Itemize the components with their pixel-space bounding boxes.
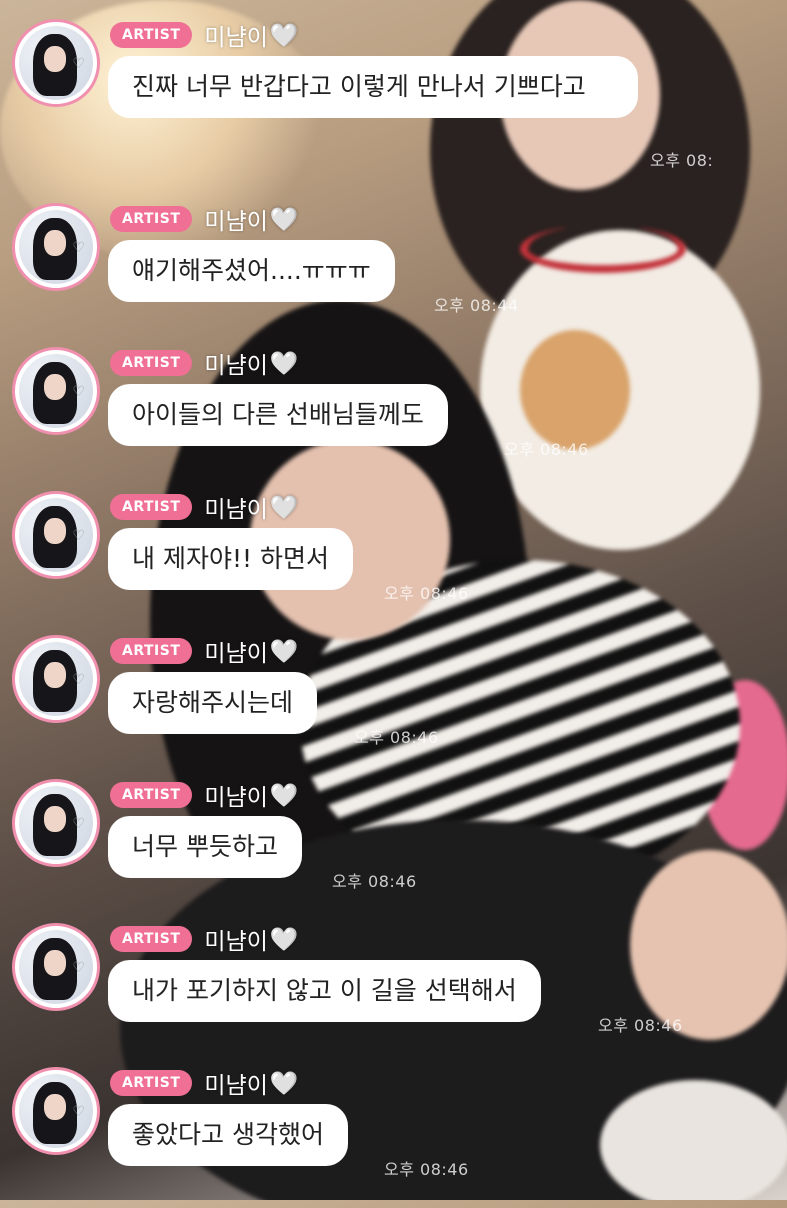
white-heart-icon: 🤍 bbox=[269, 782, 299, 809]
artist-avatar[interactable]: ♡ bbox=[12, 1067, 100, 1155]
sender-name: 미냠이 bbox=[204, 1073, 268, 1099]
chat-message: ♡ ARTIST 미냠이 🤍 좋았다고 생각했어 오후 08:46 bbox=[12, 1064, 782, 1208]
message-bubble: 얘기해주셨어....ㅠㅠㅠ bbox=[108, 240, 395, 302]
message-bubble: 좋았다고 생각했어 bbox=[108, 1104, 348, 1166]
artist-avatar[interactable]: ♡ bbox=[12, 347, 100, 435]
artist-badge: ARTIST bbox=[110, 22, 193, 48]
sender-name: 미냠이 bbox=[204, 497, 268, 523]
sender-name: 미냠이 bbox=[204, 929, 268, 955]
artist-avatar[interactable]: ♡ bbox=[12, 491, 100, 579]
message-header: ARTIST 미냠이 🤍 bbox=[110, 205, 299, 235]
sender-name: 미냠이 bbox=[204, 641, 268, 667]
white-heart-icon: 🤍 bbox=[269, 926, 299, 953]
sender-name: 미냠이 bbox=[204, 353, 268, 379]
message-time: 오후 08:46 bbox=[598, 1016, 683, 1035]
chat-message: ♡ ARTIST 미냠이 🤍 너무 뿌듯하고 오후 08:46 bbox=[12, 776, 782, 920]
message-bubble: 내가 포기하지 않고 이 길을 선택해서 bbox=[108, 960, 541, 1022]
message-time: 오후 08:44 bbox=[434, 296, 519, 315]
artist-badge: ARTIST bbox=[110, 1070, 193, 1096]
chat-message: ♡ ARTIST 미냠이 🤍 아이들의 다른 선배님들께도 오후 08:46 bbox=[12, 344, 782, 488]
message-time: 오후 08:46 bbox=[384, 1160, 469, 1179]
artist-badge: ARTIST bbox=[110, 206, 193, 232]
white-heart-icon: 🤍 bbox=[269, 206, 299, 233]
artist-badge: ARTIST bbox=[110, 926, 193, 952]
white-heart-icon: 🤍 bbox=[269, 494, 299, 521]
artist-avatar[interactable]: ♡ bbox=[12, 203, 100, 291]
sender-name: 미냠이 bbox=[204, 209, 268, 235]
white-heart-icon: 🤍 bbox=[269, 22, 299, 49]
chat-message: ♡ ARTIST 미냠이 🤍 얘기해주셨어....ㅠㅠㅠ 오후 08:44 bbox=[12, 200, 782, 344]
message-time: 오후 08: bbox=[650, 151, 714, 170]
message-header: ARTIST 미냠이 🤍 bbox=[110, 781, 299, 811]
chat-message: ♡ ARTIST 미냠이 🤍 내가 포기하지 않고 이 길을 선택해서 오후 0… bbox=[12, 920, 782, 1064]
message-header: ARTIST 미냠이 🤍 bbox=[110, 637, 299, 667]
message-bubble: 진짜 너무 반갑다고 이렇게 만나서 기쁘다고 bbox=[108, 56, 638, 118]
chat-message: ♡ ARTIST 미냠이 🤍 내 제자야!! 하면서 오후 08:46 bbox=[12, 488, 782, 632]
chat-message: ♡ ARTIST 미냠이 🤍 자랑해주시는데 오후 08:46 bbox=[12, 632, 782, 776]
artist-badge: ARTIST bbox=[110, 494, 193, 520]
sender-name: 미냠이 bbox=[204, 25, 268, 51]
white-heart-icon: 🤍 bbox=[269, 638, 299, 665]
sender-name: 미냠이 bbox=[204, 785, 268, 811]
message-bubble: 너무 뿌듯하고 bbox=[108, 816, 302, 878]
artist-avatar[interactable]: ♡ bbox=[12, 779, 100, 867]
message-bubble: 내 제자야!! 하면서 bbox=[108, 528, 353, 590]
message-time: 오후 08:46 bbox=[332, 872, 417, 891]
message-header: ARTIST 미냠이 🤍 bbox=[110, 925, 299, 955]
message-bubble: 아이들의 다른 선배님들께도 bbox=[108, 384, 448, 446]
chat-message: ♡ ARTIST 미냠이 🤍 진짜 너무 반갑다고 이렇게 만나서 기쁘다고 오… bbox=[12, 16, 782, 170]
message-header: ARTIST 미냠이 🤍 bbox=[110, 493, 299, 523]
artist-avatar[interactable]: ♡ bbox=[12, 19, 100, 107]
message-time: 오후 08:46 bbox=[384, 584, 469, 603]
white-heart-icon: 🤍 bbox=[269, 1070, 299, 1097]
message-header: ARTIST 미냠이 🤍 bbox=[110, 1069, 299, 1099]
artist-badge: ARTIST bbox=[110, 350, 193, 376]
message-header: ARTIST 미냠이 🤍 bbox=[110, 21, 299, 51]
artist-avatar[interactable]: ♡ bbox=[12, 635, 100, 723]
message-bubble: 자랑해주시는데 bbox=[108, 672, 318, 734]
message-time: 오후 08:46 bbox=[354, 728, 439, 747]
artist-badge: ARTIST bbox=[110, 638, 193, 664]
artist-avatar[interactable]: ♡ bbox=[12, 923, 100, 1011]
message-time: 오후 08:46 bbox=[504, 440, 589, 459]
white-heart-icon: 🤍 bbox=[269, 350, 299, 377]
message-header: ARTIST 미냠이 🤍 bbox=[110, 349, 299, 379]
artist-badge: ARTIST bbox=[110, 782, 193, 808]
